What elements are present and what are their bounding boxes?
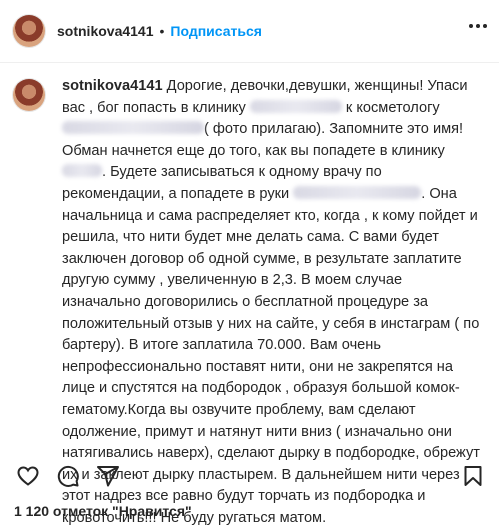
share-icon[interactable] <box>96 464 120 488</box>
separator-dot: • <box>159 23 165 39</box>
heart-icon[interactable] <box>16 464 40 488</box>
bookmark-icon[interactable] <box>461 464 485 493</box>
more-horizontal-icon[interactable] <box>469 24 487 28</box>
redacted-doctor-name-2 <box>293 185 422 199</box>
redacted-doctor-name <box>62 121 204 135</box>
comment-icon[interactable] <box>56 464 80 488</box>
header-username[interactable]: sotnikova4141 <box>57 23 154 39</box>
redacted-clinic-name-2 <box>62 164 102 178</box>
follow-button[interactable]: Подписаться <box>170 23 262 39</box>
likes-count[interactable]: 1 120 отметок "Нравится" <box>14 503 192 519</box>
comment-text-part-2: к косметологу <box>341 99 440 116</box>
post-footer: 1 120 отметок "Нравится" <box>0 455 499 523</box>
comment-username[interactable]: sotnikova4141 <box>62 78 163 94</box>
redacted-clinic-name <box>249 99 342 113</box>
comment-avatar[interactable] <box>13 79 45 111</box>
action-bar <box>16 464 120 488</box>
post-header: sotnikova4141 • Подписаться <box>0 0 499 63</box>
avatar[interactable] <box>13 15 45 47</box>
